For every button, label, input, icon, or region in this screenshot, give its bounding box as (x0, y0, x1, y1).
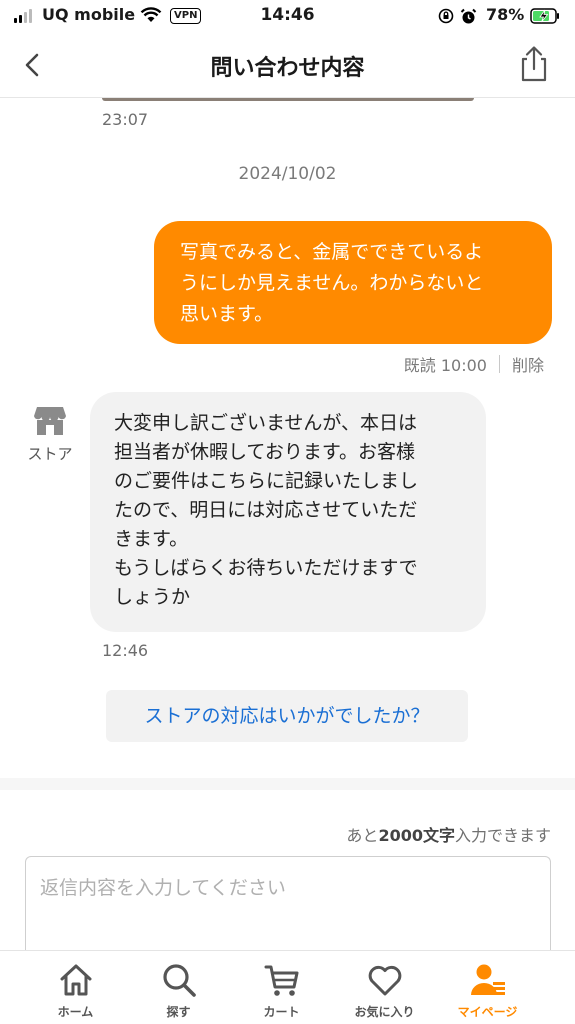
store-label: ストア (27, 445, 73, 463)
tab-label: お気に入り (354, 1005, 415, 1019)
user-icon (470, 964, 505, 995)
char-count-prefix: あと (346, 826, 379, 845)
reply-composer: あと2000文字入力できます (0, 778, 575, 962)
home-icon (60, 964, 91, 996)
heart-icon (368, 965, 401, 996)
store-feedback-button[interactable]: ストアの対応はいかがでしたか？ (106, 690, 468, 742)
tab-cart[interactable]: カート (230, 951, 333, 1024)
cart-icon (264, 965, 298, 996)
tab-label: ホーム (57, 1005, 94, 1019)
character-count: あと2000文字入力できます (346, 822, 551, 846)
reply-input[interactable] (25, 856, 551, 962)
store-message-bubble[interactable]: 大変申し訳ございませんが、本日は 担当者が休暇しております。お客様 のご要件はこ… (90, 392, 486, 632)
char-count-suffix: 入力できます (454, 826, 551, 845)
read-receipt: 既読 10:00 (403, 356, 487, 375)
store-avatar[interactable]: ストア (22, 405, 78, 464)
message-meta: 既読 10:00 削除 (404, 352, 544, 376)
tab-label: カート (263, 1005, 300, 1019)
char-count-value: 2000文字 (378, 826, 455, 845)
tab-label: マイページ (457, 1005, 518, 1019)
delete-link[interactable]: 削除 (512, 352, 544, 376)
tab-mypage[interactable]: マイページ (436, 951, 539, 1024)
tab-label: 探す (166, 1005, 191, 1019)
tab-favorites[interactable]: お気に入り (333, 951, 436, 1024)
previous-image-attachment[interactable] (102, 98, 474, 101)
search-icon (162, 964, 196, 997)
date-separator: 2024/10/02 (238, 164, 337, 184)
divider (498, 355, 500, 373)
message-timestamp: 23:07 (102, 110, 149, 129)
tab-bar: ホーム 探す カート お気に入り マイページ (0, 950, 575, 1024)
store-icon (34, 407, 66, 435)
user-message-bubble[interactable]: 写真でみると、金属でできているよ うにしか見えません。わからないと 思います。 (154, 221, 552, 344)
message-timestamp: 12:46 (102, 641, 149, 660)
tab-search[interactable]: 探す (127, 951, 230, 1024)
chat-thread[interactable]: 23:07 2024/10/02 写真でみると、金属でできているよ うにしか見え… (0, 0, 575, 742)
tab-home[interactable]: ホーム (24, 951, 127, 1024)
